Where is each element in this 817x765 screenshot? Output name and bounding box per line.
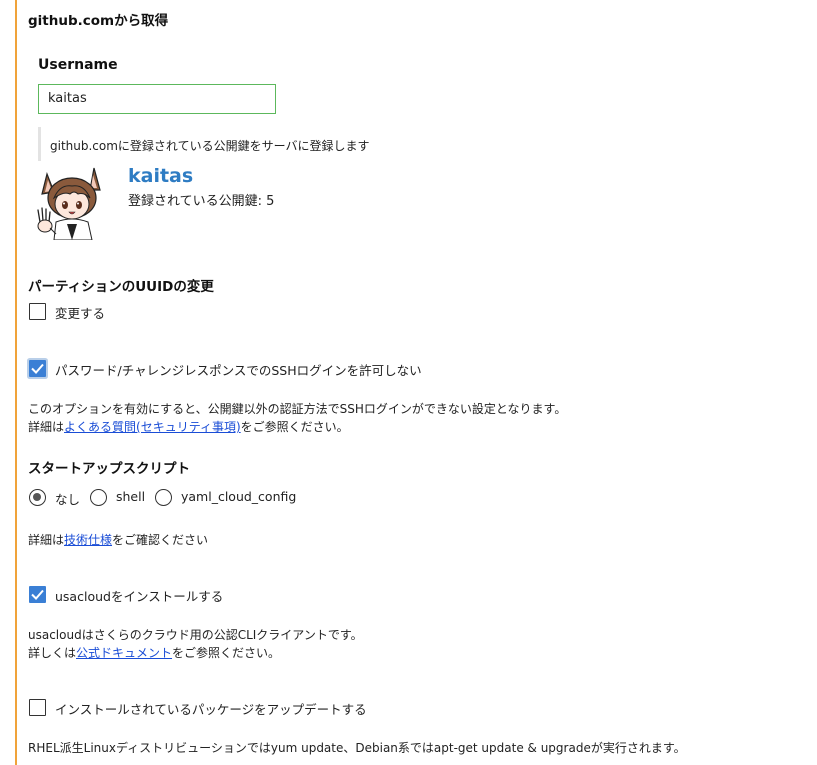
github-profile-name[interactable]: kaitas (128, 165, 193, 187)
usacloud-install-label: usacloudをインストールする (55, 589, 224, 604)
startup-note-prefix: 詳細は (28, 533, 65, 547)
ssh-password-login-label: パスワード/チャレンジレスポンスでのSSHログインを許可しない (55, 363, 422, 378)
checkmark-icon (31, 589, 44, 600)
startup-note-suffix: をご確認ください (112, 533, 209, 547)
usacloud-install-checkbox[interactable] (29, 586, 46, 603)
checkmark-icon (31, 363, 44, 374)
ssh-option-note-line2: 詳細はよくある質問(セキュリティ事項)をご参照ください。 (28, 418, 349, 435)
startup-radio-none-label: なし (55, 492, 81, 507)
usacloud-note-line1: usacloudはさくらのクラウド用の公認CLIクライアントです。 (28, 628, 363, 642)
uuid-change-checkbox[interactable] (29, 303, 46, 320)
username-label: Username (38, 57, 118, 73)
user-avatar (34, 166, 104, 241)
startup-radio-shell-label: shell (116, 489, 146, 504)
startup-radio-none[interactable] (29, 489, 46, 506)
usacloud-note-suffix: をご参照ください。 (172, 646, 281, 660)
username-input[interactable]: kaitas (38, 84, 276, 114)
usacloud-note-prefix: 詳しくは (28, 646, 77, 660)
description-quote-rule (38, 127, 41, 161)
usacloud-note-line2: 詳しくは公式ドキュメントをご参照ください。 (28, 644, 280, 661)
package-update-label: インストールされているパッケージをアップデートする (55, 702, 367, 717)
public-key-count: 登録されている公開鍵: 5 (128, 194, 275, 209)
uuid-change-label: 変更する (55, 306, 106, 321)
startup-radio-yaml[interactable] (155, 489, 172, 506)
ssh-note-suffix: をご参照ください。 (240, 420, 349, 434)
ssh-option-note-line1: このオプションを有効にすると、公開鍵以外の認証方法でSSHログインができない設定… (28, 402, 567, 416)
faq-security-link[interactable]: よくある質問(セキュリティ事項) (64, 420, 241, 434)
startup-script-title: スタートアップスクリプト (28, 461, 190, 477)
package-update-note: RHEL派生Linuxディストリビューションではyum update、Debia… (28, 741, 686, 755)
startup-radio-yaml-label: yaml_cloud_config (181, 489, 297, 504)
package-update-checkbox[interactable] (29, 699, 46, 716)
startup-radio-shell[interactable] (90, 489, 107, 506)
official-docs-link[interactable]: 公式ドキュメント (76, 646, 172, 660)
tech-spec-link[interactable]: 技術仕様 (64, 533, 112, 547)
github-description: github.comに登録されている公開鍵をサーバに登録します (50, 139, 370, 153)
startup-script-note: 詳細は技術仕様をご確認ください (28, 531, 208, 548)
ssh-password-login-checkbox[interactable] (29, 360, 46, 377)
ssh-note-prefix: 詳細は (28, 420, 65, 434)
uuid-section-title: パーティションのUUIDの変更 (28, 279, 214, 295)
left-accent-rule (15, 0, 17, 765)
github-section-title: github.comから取得 (28, 13, 169, 29)
